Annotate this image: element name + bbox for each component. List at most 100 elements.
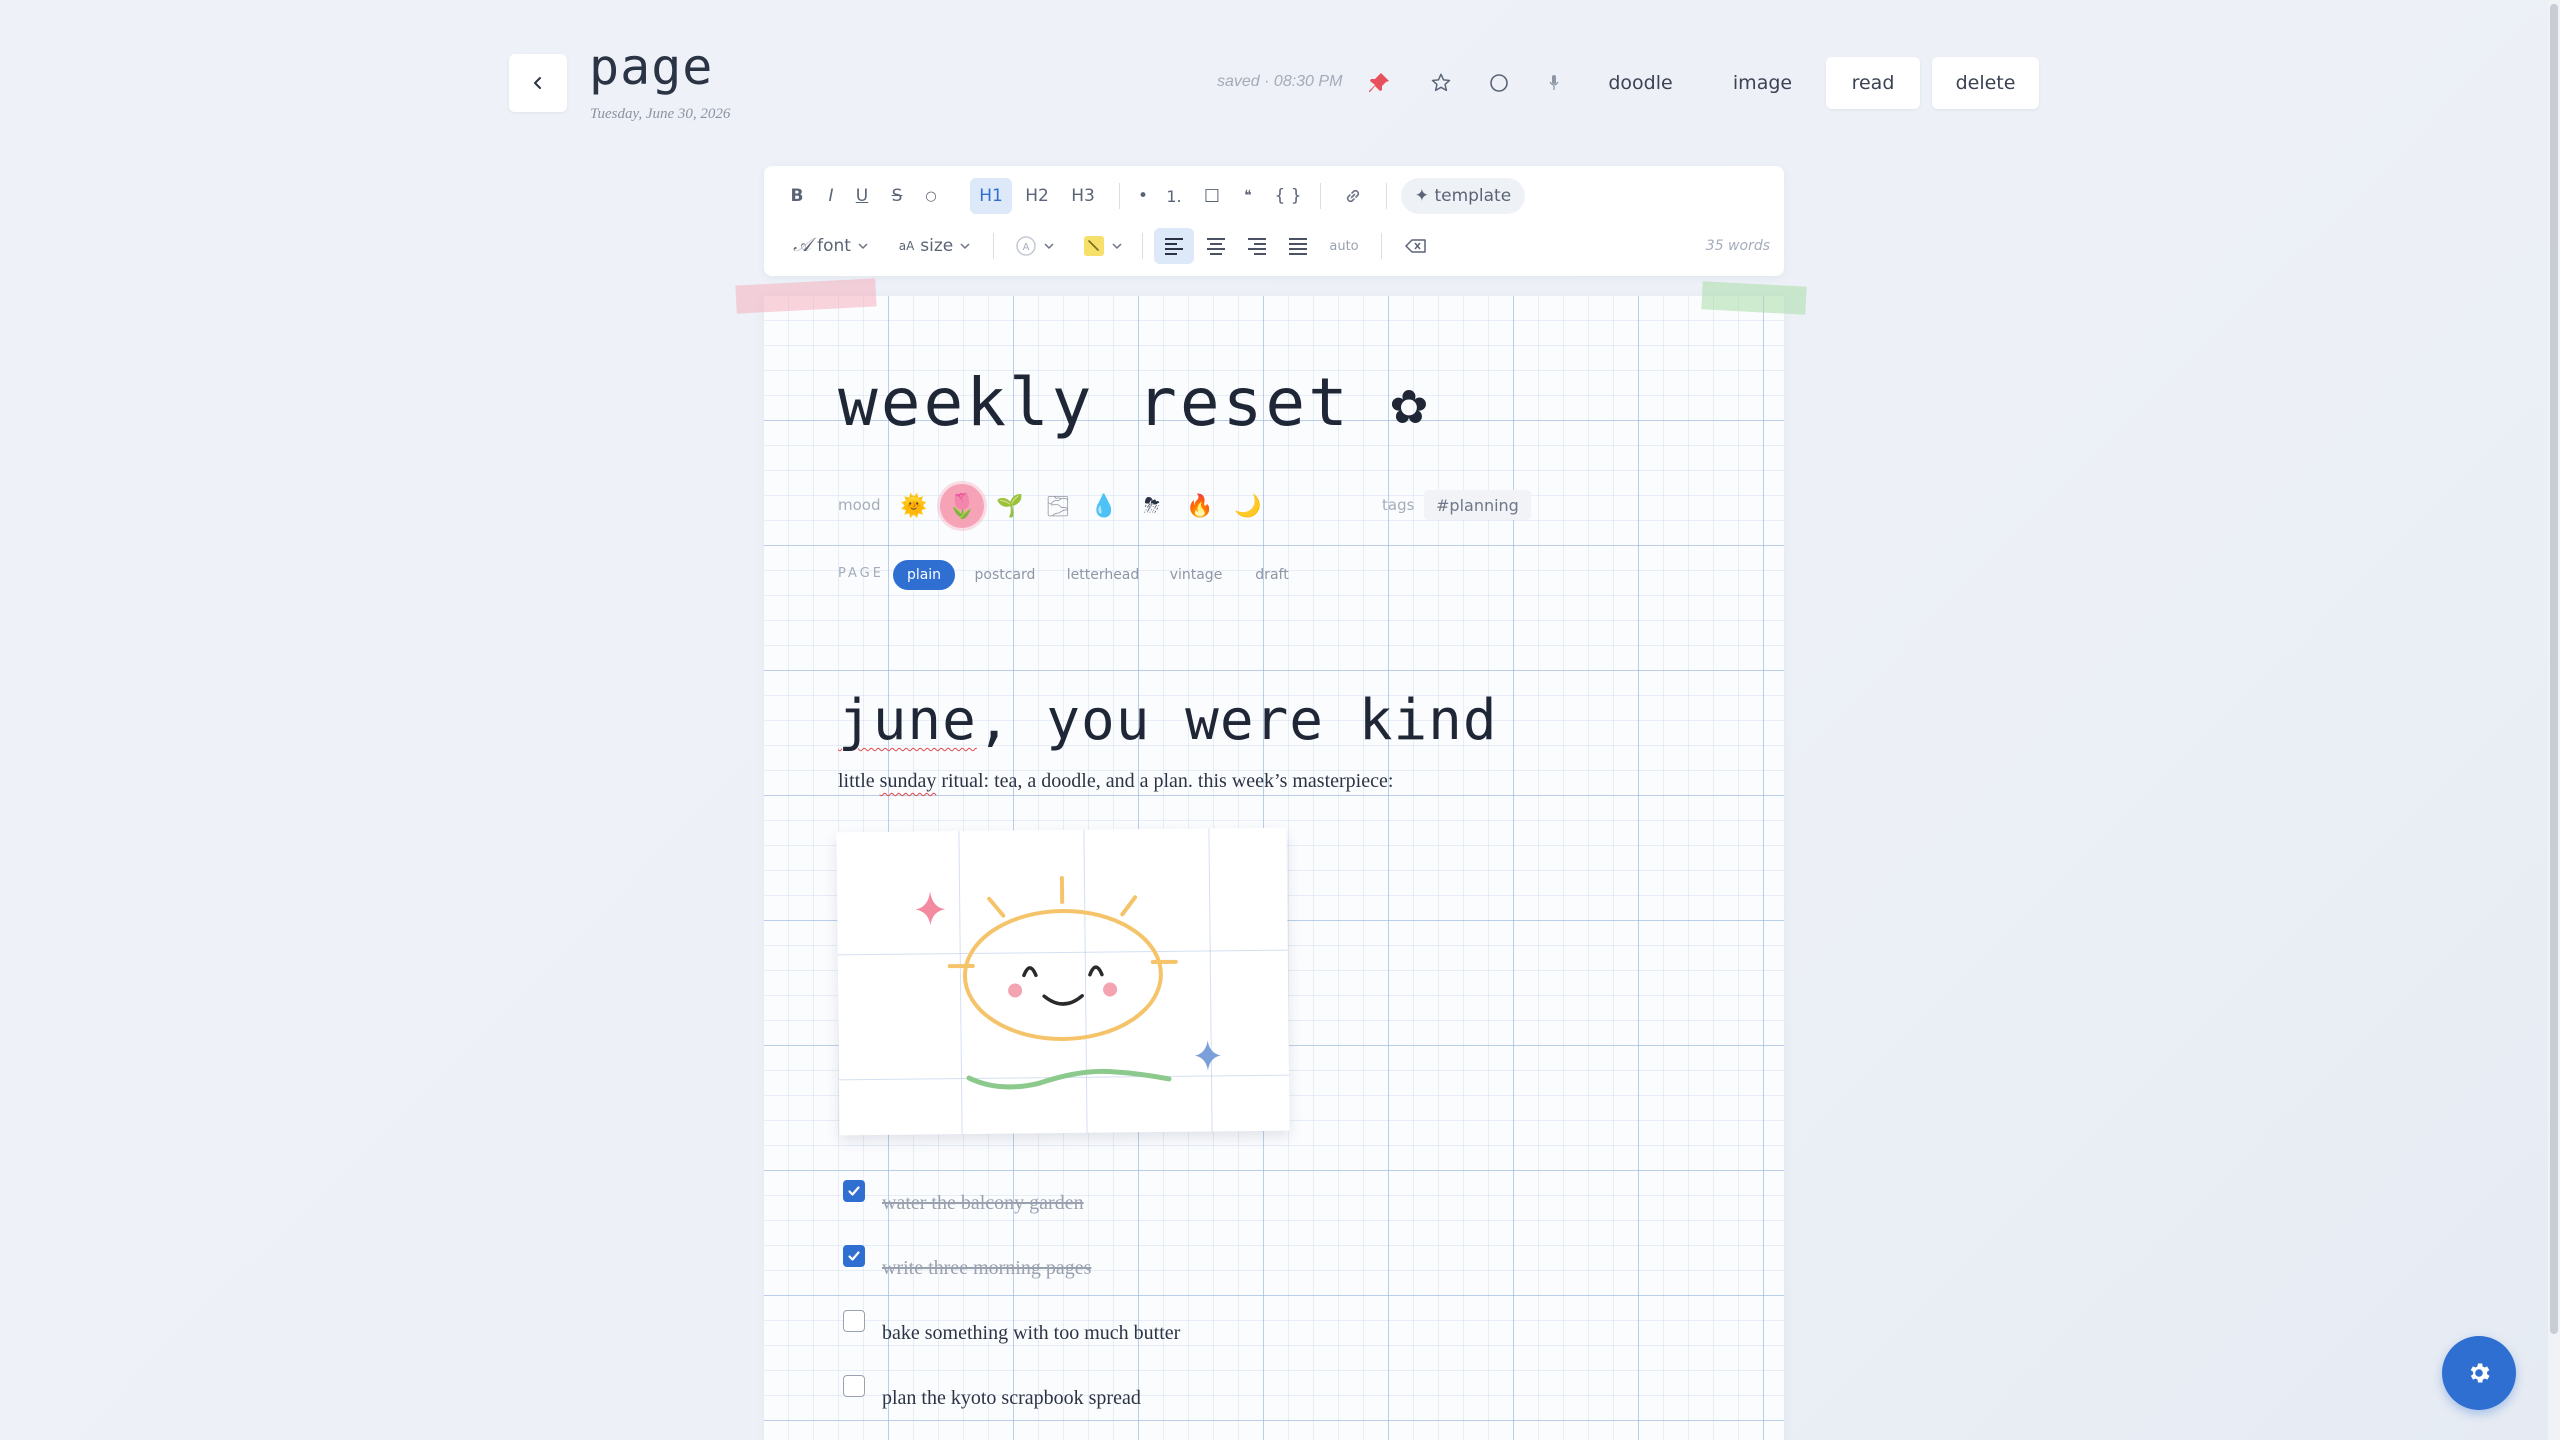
mood-fog[interactable]: 🌫 bbox=[1040, 488, 1076, 524]
bold-button[interactable]: B bbox=[782, 180, 812, 212]
clear-format-button[interactable] bbox=[1398, 230, 1434, 262]
pin-button[interactable] bbox=[1362, 66, 1396, 100]
page-style-vintage[interactable]: vintage bbox=[1160, 560, 1232, 590]
sparkle-pink-icon bbox=[915, 891, 946, 926]
wave-line bbox=[966, 1068, 1172, 1090]
mood-moon[interactable]: 🌙 bbox=[1230, 488, 1266, 524]
highlighter-icon bbox=[1084, 236, 1104, 256]
tag-chip[interactable]: #planning bbox=[1424, 490, 1531, 520]
link-button[interactable] bbox=[1336, 180, 1370, 212]
align-right-icon bbox=[1248, 238, 1266, 255]
mood-fire[interactable]: 🔥 bbox=[1182, 488, 1218, 524]
align-left-icon bbox=[1165, 238, 1183, 255]
code-block-button[interactable]: { } bbox=[1268, 180, 1308, 212]
heading-text: , you were kind bbox=[976, 688, 1498, 753]
heading-1[interactable]: june, you were kind bbox=[838, 688, 1498, 753]
back-icon bbox=[534, 77, 541, 89]
paragraph[interactable]: little sunday ritual: tea, a doodle, and… bbox=[838, 770, 1393, 793]
highlight-dropdown[interactable] bbox=[1078, 230, 1128, 262]
mic-icon bbox=[1549, 75, 1559, 90]
bullet-list-button[interactable]: • bbox=[1128, 180, 1158, 212]
align-center-button[interactable] bbox=[1198, 228, 1234, 264]
task-item[interactable]: bake something with too much butter bbox=[843, 1310, 1180, 1345]
read-button[interactable]: read bbox=[1826, 57, 1920, 109]
scrollbar-thumb[interactable] bbox=[2550, 4, 2558, 1334]
chevron-down-icon bbox=[1112, 243, 1122, 250]
mood-tulip[interactable]: 🌷 bbox=[940, 484, 984, 528]
document-title-text: weekly reset bbox=[838, 364, 1351, 441]
h1-button[interactable]: H1 bbox=[970, 178, 1012, 214]
saved-status: saved · 08:30 PM bbox=[1217, 73, 1343, 90]
task-item[interactable]: write three morning pages bbox=[843, 1245, 1091, 1280]
align-center-icon bbox=[1207, 238, 1225, 255]
task-text: plan the kyoto scrapbook spread bbox=[882, 1387, 1141, 1409]
align-left-button[interactable] bbox=[1154, 228, 1194, 264]
task-item[interactable]: water the balcony garden bbox=[843, 1180, 1084, 1215]
toolbar-divider bbox=[1119, 183, 1120, 209]
toolbar-divider bbox=[993, 233, 994, 259]
settings-fab[interactable] bbox=[2442, 1336, 2516, 1410]
page-style-label: PAGE bbox=[838, 566, 884, 581]
chevron-down-icon bbox=[960, 243, 970, 250]
task-text: write three morning pages bbox=[882, 1257, 1092, 1279]
tags-label: tags bbox=[1382, 496, 1415, 514]
eraser-icon bbox=[1405, 239, 1426, 253]
text-color-dropdown[interactable]: A bbox=[1010, 230, 1060, 262]
task-checkbox[interactable] bbox=[843, 1180, 865, 1202]
strikethrough-button[interactable]: S bbox=[882, 180, 912, 212]
auto-direction-button[interactable]: auto bbox=[1322, 230, 1366, 262]
align-right-button[interactable] bbox=[1239, 228, 1275, 264]
align-justify-icon bbox=[1289, 238, 1307, 255]
toolbar-divider bbox=[1320, 183, 1321, 209]
mood-sunny[interactable]: 🌞 bbox=[896, 488, 932, 524]
mood-sprout[interactable]: 🌱 bbox=[992, 488, 1028, 524]
size-dropdown[interactable]: aA size bbox=[890, 230, 980, 262]
document-title[interactable]: weekly reset ✿ bbox=[838, 364, 1430, 441]
align-justify-button[interactable] bbox=[1280, 228, 1316, 264]
page-date: Tuesday, June 30, 2026 bbox=[590, 106, 731, 122]
smiling-sun-doodle bbox=[915, 876, 1221, 1090]
image-button[interactable]: image bbox=[1710, 57, 1815, 109]
size-icon: aA bbox=[898, 239, 915, 253]
chevron-down-icon bbox=[1044, 243, 1054, 250]
paragraph-text-end: ritual: tea, a doodle, and a plan. this … bbox=[936, 770, 1394, 792]
delete-button[interactable]: delete bbox=[1932, 57, 2039, 109]
mood-droplet[interactable]: 💧 bbox=[1086, 488, 1122, 524]
page-style-postcard[interactable]: postcard bbox=[966, 560, 1044, 590]
task-checkbox[interactable] bbox=[843, 1310, 865, 1332]
star-button[interactable] bbox=[1424, 66, 1458, 100]
word-count: 35 words bbox=[1705, 238, 1770, 254]
template-button[interactable]: ✦ template bbox=[1401, 178, 1525, 214]
page-style-letterhead[interactable]: letterhead bbox=[1060, 560, 1146, 590]
mood-storm[interactable]: ⛈ bbox=[1134, 488, 1170, 524]
quote-button[interactable]: ❝ bbox=[1232, 180, 1264, 212]
font-dropdown[interactable]: 𝒜 font bbox=[786, 230, 876, 262]
spellcheck-word: sunday bbox=[879, 770, 937, 792]
font-label: font bbox=[817, 236, 851, 256]
chevron-down-icon bbox=[858, 243, 868, 250]
doodle-image[interactable] bbox=[836, 827, 1290, 1136]
h3-button[interactable]: H3 bbox=[1062, 178, 1104, 214]
h2-button[interactable]: H2 bbox=[1016, 178, 1058, 214]
task-checkbox[interactable] bbox=[843, 1245, 865, 1267]
washi-tape-green bbox=[1701, 281, 1807, 315]
page-style-plain[interactable]: plain bbox=[893, 560, 955, 590]
underline-button[interactable]: U bbox=[847, 180, 877, 212]
toolbar-divider bbox=[1142, 233, 1143, 259]
page-style-draft[interactable]: draft bbox=[1246, 560, 1298, 590]
circle-button[interactable] bbox=[1482, 66, 1516, 100]
mic-button[interactable] bbox=[1537, 66, 1571, 100]
italic-button[interactable]: I bbox=[816, 180, 846, 212]
text-color-icon: A bbox=[1016, 236, 1036, 256]
check-icon bbox=[848, 1186, 860, 1196]
font-icon: 𝒜 bbox=[793, 235, 812, 256]
back-button[interactable] bbox=[509, 54, 567, 112]
task-checkbox[interactable] bbox=[843, 1375, 865, 1397]
task-item[interactable]: plan the kyoto scrapbook spread bbox=[843, 1375, 1141, 1410]
spellcheck-word: june bbox=[838, 688, 977, 753]
toolbar-divider bbox=[1381, 233, 1382, 259]
doodle-button[interactable]: doodle bbox=[1588, 57, 1693, 109]
inline-code-button[interactable]: ○ bbox=[916, 180, 946, 212]
checklist-button[interactable]: ☐ bbox=[1196, 180, 1228, 212]
numbered-list-button[interactable]: 1. bbox=[1158, 180, 1190, 212]
